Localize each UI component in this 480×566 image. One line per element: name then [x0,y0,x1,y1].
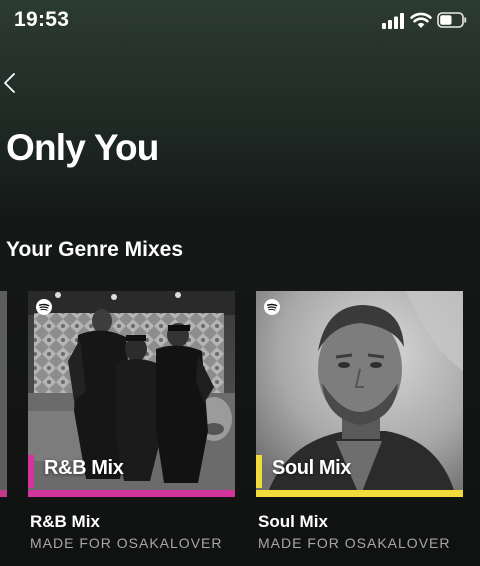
card-title[interactable]: Soul Mix [258,512,328,532]
card-accent-stripe [256,455,262,488]
section-title: Your Genre Mixes [6,238,184,261]
back-button[interactable] [0,68,22,98]
card-accent-stripe [28,455,34,488]
battery-icon [437,12,467,28]
spotify-logo-icon [264,299,280,315]
card-rnb-mix[interactable]: R&B Mix R&B Mix MADE FOR OSAKALOVER [28,291,235,551]
card-subtitle: MADE FOR OSAKALOVER [30,535,223,551]
card-bottom-bar [28,490,235,497]
card-artwork[interactable]: Soul Mix [256,291,463,497]
status-time: 19:53 [14,8,70,31]
status-bar: 19:53 [0,0,480,44]
card-art-label: Soul Mix [272,457,352,479]
card-art-label: R&B Mix [44,457,124,479]
card-bottom-bar [256,490,463,497]
spotify-logo-icon [36,299,52,315]
signal-bars-icon [382,13,404,29]
wifi-icon [410,12,432,28]
previous-card-peek[interactable] [0,291,7,497]
card-title[interactable]: R&B Mix [30,512,100,532]
card-soul-mix[interactable]: Soul Mix Soul Mix MADE FOR OSAKALOVER [256,291,463,551]
page-title: Only You [6,127,159,168]
card-subtitle: MADE FOR OSAKALOVER [258,535,451,551]
chevron-left-icon [4,73,15,93]
card-artwork[interactable]: R&B Mix [28,291,235,497]
